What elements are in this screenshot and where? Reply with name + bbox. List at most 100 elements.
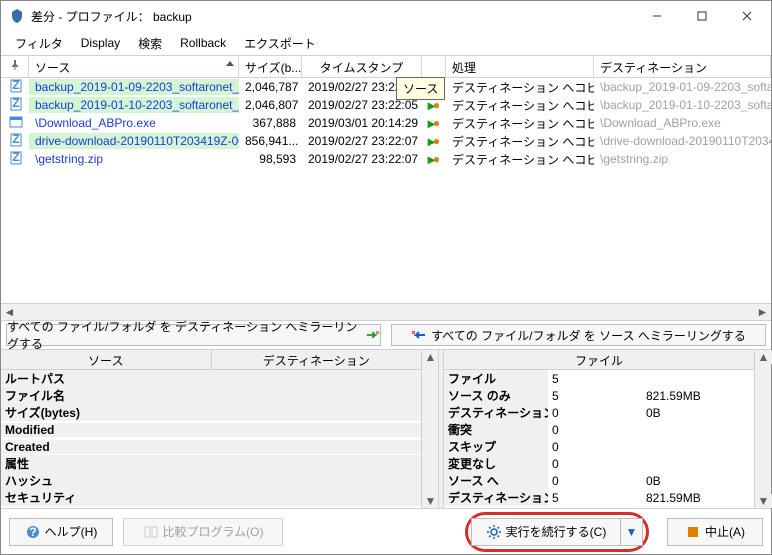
pin-icon: [7, 81, 8, 93]
svg-text:Z: Z: [12, 97, 19, 110]
execute-label: 実行を続行する(C): [506, 523, 607, 540]
cell-size: 98,593: [239, 151, 302, 167]
cell-source: backup_2019-01-09-2203_softaronet_e: [29, 79, 239, 95]
stats-scrollbar[interactable]: ▲ ▼: [754, 350, 771, 508]
pin-icon: [7, 135, 8, 147]
mirror-left-icon: [411, 327, 427, 343]
file-icon: Z: [9, 97, 23, 114]
col-pin[interactable]: [1, 56, 29, 77]
menu-filter[interactable]: フィルタ: [7, 33, 71, 54]
col-action[interactable]: 処理: [446, 56, 594, 77]
cell-source: drive-download-20190110T203419Z-00: [29, 133, 239, 149]
detail-label: サイズ(bytes): [1, 404, 421, 421]
stats-label: スキップ: [444, 438, 548, 455]
stats-count: 0: [548, 457, 642, 471]
compare-icon: [143, 524, 159, 540]
scroll-right-icon[interactable]: ►: [754, 304, 771, 320]
detail-row: Modified: [1, 421, 421, 438]
stats-count: 5: [548, 372, 642, 386]
bottom-bar: ? ヘルプ(H) 比較プログラム(O) 実行を続行する(C) ▼ 中止(A): [1, 508, 771, 554]
detail-label: セキュリティ: [1, 489, 421, 506]
stats-count: 0: [548, 440, 642, 454]
mirror-to-source-label: すべての ファイル/フォルダ を ソース へミラーリングする: [431, 327, 746, 344]
stats-label: 変更なし: [444, 455, 548, 472]
cell-source: \getstring.zip: [29, 151, 239, 167]
menu-export[interactable]: エクスポート: [236, 33, 324, 54]
stop-button[interactable]: 中止(A): [667, 518, 763, 546]
row-icons: Z: [1, 132, 29, 151]
cell-dest: \Download_ABPro.exe: [594, 115, 771, 131]
menu-search[interactable]: 検索: [130, 33, 170, 54]
stats-label: ソース のみ: [444, 387, 548, 404]
cell-size: 2,046,807: [239, 97, 302, 113]
stats-count: 0: [548, 474, 642, 488]
minimize-button[interactable]: [634, 2, 679, 30]
row-icons: [1, 114, 29, 133]
cell-source: \Download_ABPro.exe: [29, 115, 239, 131]
stop-label: 中止(A): [705, 523, 745, 540]
menu-display[interactable]: Display: [73, 34, 128, 52]
tooltip: ソース: [396, 77, 445, 100]
menu-rollback[interactable]: Rollback: [172, 34, 234, 52]
table-row[interactable]: Zbackup_2019-01-09-2203_softaronet_e2,04…: [1, 78, 771, 96]
app-icon: [9, 8, 25, 24]
stats-row: スキップ0: [444, 438, 754, 455]
detail-label: Created: [1, 440, 421, 454]
scroll-down-icon[interactable]: ▼: [755, 494, 772, 508]
pin-icon: [7, 117, 8, 129]
col-action-indicator[interactable]: [422, 56, 446, 77]
compare-label: 比較プログラム(O): [163, 523, 264, 540]
mirror-to-source-button[interactable]: すべての ファイル/フォルダ を ソース へミラーリングする: [391, 324, 766, 346]
scroll-down-icon[interactable]: ▼: [422, 494, 439, 508]
col-source[interactable]: ソース: [29, 56, 239, 77]
detail-header-dest[interactable]: デスティネーション: [212, 350, 422, 369]
titlebar: 差分 - プロファイル： backup: [1, 1, 771, 31]
cell-size: 2,046,787: [239, 79, 302, 95]
detail-label: 属性: [1, 455, 421, 472]
window-controls: [634, 2, 769, 30]
table-row[interactable]: Zbackup_2019-01-10-2203_softaronet_42,04…: [1, 96, 771, 114]
svg-text:Z: Z: [12, 79, 19, 92]
mirror-to-dest-button[interactable]: すべての ファイル/フォルダ を デスティネーション へミラーリングする: [6, 324, 381, 346]
detail-header-source[interactable]: ソース: [1, 350, 212, 369]
table-row[interactable]: Zdrive-download-20190110T203419Z-00856,9…: [1, 132, 771, 150]
table-header: ソース サイズ(b... タイムスタンプ 処理 デスティネーション: [1, 56, 771, 78]
stop-icon: [685, 524, 701, 540]
col-timestamp[interactable]: タイムスタンプ: [302, 56, 422, 77]
execute-button[interactable]: 実行を続行する(C): [471, 518, 621, 546]
cell-timestamp: 2019/02/27 23:22:07: [302, 133, 422, 149]
cell-timestamp: 2019/03/01 20:14:29: [302, 115, 422, 131]
detail-row: 属性: [1, 455, 421, 472]
file-icon: [9, 115, 23, 132]
stats-panel: ファイル ファイル5ソース のみ5821.59MBデスティネーション00B衝突0…: [444, 350, 754, 508]
help-button[interactable]: ? ヘルプ(H): [9, 518, 113, 546]
mirror-right-icon: [365, 327, 380, 343]
scroll-up-icon[interactable]: ▲: [422, 350, 439, 364]
cell-action: デスティネーション へコピー: [446, 114, 594, 133]
cell-dest: \drive-download-20190110T203419Z-00: [594, 133, 771, 149]
col-dest[interactable]: デスティネーション: [594, 56, 771, 77]
detail-label: ハッシュ: [1, 472, 421, 489]
close-button[interactable]: [724, 2, 769, 30]
diff-table: ソース サイズ(b... タイムスタンプ 処理 デスティネーション Zbacku…: [1, 56, 771, 320]
scroll-up-icon[interactable]: ▲: [755, 350, 772, 364]
table-row[interactable]: \Download_ABPro.exe367,8882019/03/01 20:…: [1, 114, 771, 132]
stats-row: デスティネーション00B: [444, 404, 754, 421]
detail-scrollbar[interactable]: ▲ ▼: [421, 350, 438, 508]
maximize-button[interactable]: [679, 2, 724, 30]
mirror-to-dest-label: すべての ファイル/フォルダ を デスティネーション へミラーリングする: [7, 318, 361, 352]
cell-action: デスティネーション へコピー: [446, 150, 594, 169]
col-size[interactable]: サイズ(b...: [239, 56, 302, 77]
stats-header[interactable]: ファイル: [444, 350, 754, 369]
stats-row: 変更なし0: [444, 455, 754, 472]
table-body[interactable]: Zbackup_2019-01-09-2203_softaronet_e2,04…: [1, 78, 771, 303]
highlight-circle: 実行を続行する(C) ▼: [465, 512, 649, 552]
stats-size: 0B: [642, 406, 754, 420]
file-icon: Z: [9, 151, 23, 168]
detail-label: Modified: [1, 423, 421, 437]
detail-label: ルートパス: [1, 370, 421, 387]
cell-action: デスティネーション へコピー: [446, 96, 594, 115]
detail-label: ファイル名: [1, 387, 421, 404]
execute-dropdown[interactable]: ▼: [621, 518, 643, 546]
table-row[interactable]: Z\getstring.zip98,5932019/02/27 23:22:07…: [1, 150, 771, 168]
